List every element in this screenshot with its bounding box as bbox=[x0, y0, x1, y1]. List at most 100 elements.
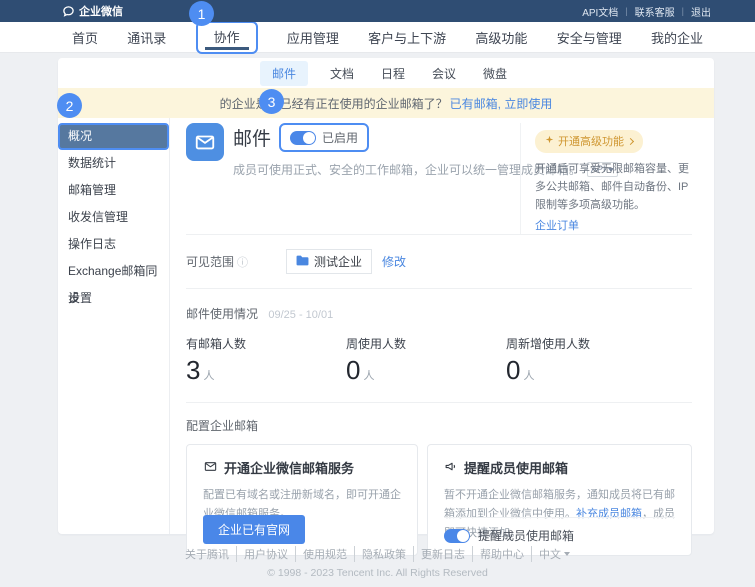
megaphone-icon bbox=[444, 460, 458, 476]
main-nav: 首页 通讯录 协作 应用管理 客户与上下游 高级功能 安全与管理 我的企业 bbox=[0, 22, 755, 53]
card1-title: 开通企业微信邮箱服务 bbox=[224, 458, 354, 477]
card2-title: 提醒成员使用邮箱 bbox=[464, 458, 568, 477]
stat-label: 周使用人数 bbox=[346, 335, 506, 352]
stat-value: 0 bbox=[346, 355, 360, 385]
sidebar-item-overview[interactable]: 概况 bbox=[58, 123, 169, 150]
sidebar: 概况 数据统计 邮箱管理 收发信管理 操作日志 Exchange邮箱同步 设置 bbox=[58, 118, 170, 534]
caret-down-icon bbox=[564, 552, 570, 556]
card-activate-mailbox-service: 开通企业微信邮箱服务 配置已有域名或注册新域名，即可开通企业微信邮箱服务。 企业… bbox=[186, 444, 418, 556]
scope-org-chip[interactable]: 测试企业 bbox=[286, 249, 372, 274]
chat-bubble-icon bbox=[62, 5, 75, 18]
mail-enabled-toggle[interactable] bbox=[290, 131, 316, 145]
copyright-text: © 1998 - 2023 Tencent Inc. All Rights Re… bbox=[0, 567, 755, 579]
tab-meeting[interactable]: 会议 bbox=[427, 61, 461, 86]
page-title: 邮件 bbox=[233, 124, 271, 151]
topbar-links: API文档 | 联系客服 | 退出 bbox=[582, 4, 711, 19]
footer-link-help-center[interactable]: 帮助中心 bbox=[472, 546, 531, 562]
tab-schedule[interactable]: 日程 bbox=[376, 61, 410, 86]
logout-link[interactable]: 退出 bbox=[691, 4, 711, 19]
company-has-website-button[interactable]: 企业已有官网 bbox=[203, 515, 305, 544]
sidebar-item-settings[interactable]: 设置 bbox=[58, 285, 169, 312]
nav-item-home[interactable]: 首页 bbox=[72, 28, 98, 47]
info-icon: ⓘ bbox=[237, 254, 248, 270]
scope-edit-link[interactable]: 修改 bbox=[382, 253, 406, 270]
tab-drive[interactable]: 微盘 bbox=[478, 61, 512, 86]
configure-section-title: 配置企业邮箱 bbox=[186, 417, 692, 434]
visible-scope-label: 可见范围 bbox=[186, 253, 234, 270]
stat-unit: 人 bbox=[363, 370, 374, 382]
notice-text: 的企业是否已经有正在使用的企业邮箱了？ bbox=[220, 95, 448, 112]
mail-enabled-label: 已启用 bbox=[322, 129, 358, 146]
footer-link-privacy[interactable]: 隐私政策 bbox=[354, 546, 413, 562]
stat-mailbox-users: 有邮箱人数 3人 bbox=[186, 335, 346, 386]
content-panel: 邮件 文档 日程 会议 微盘 的企业是否已经有正在使用的企业邮箱了？ 已有邮箱,… bbox=[58, 58, 714, 534]
main-nav-items: 首页 通讯录 协作 应用管理 客户与上下游 高级功能 安全与管理 我的企业 bbox=[0, 22, 755, 52]
language-selector[interactable]: 中文 bbox=[531, 546, 577, 562]
page-footer: 关于腾讯 用户协议 使用规范 隐私政策 更新日志 帮助中心 中文 © 1998 … bbox=[0, 546, 755, 579]
app-logo[interactable]: 企业微信 bbox=[62, 3, 123, 19]
mail-app-info: 邮件 已启用 成员可使用正式、安全的工作邮箱，企业可以统一管理成员邮箱。 API bbox=[186, 123, 520, 234]
sidebar-item-operation-log[interactable]: 操作日志 bbox=[58, 231, 169, 258]
usage-period: 09/25 - 10/01 bbox=[268, 309, 333, 321]
language-label: 中文 bbox=[539, 546, 561, 562]
stat-label: 有邮箱人数 bbox=[186, 335, 346, 352]
premium-promo-text: 开通后可享受无限邮箱容量、更多公共邮箱、邮件自动备份、IP限制等多项高级功能。 bbox=[535, 161, 692, 214]
sidebar-item-exchange-sync[interactable]: Exchange邮箱同步 bbox=[58, 258, 169, 285]
folder-icon bbox=[296, 255, 309, 269]
sparkle-icon bbox=[545, 135, 554, 147]
annotation-step-2: 2 bbox=[57, 93, 82, 118]
visible-scope-row: 可见范围 ⓘ 测试企业 修改 bbox=[186, 235, 692, 289]
main-content: 邮件 已启用 成员可使用正式、安全的工作邮箱，企业可以统一管理成员邮箱。 API bbox=[170, 118, 714, 534]
sidebar-item-statistics[interactable]: 数据统计 bbox=[58, 150, 169, 177]
tab-docs[interactable]: 文档 bbox=[325, 61, 359, 86]
separator: | bbox=[625, 6, 627, 16]
stat-weekly-new-users: 周新增使用人数 0人 bbox=[506, 335, 666, 386]
nav-item-contacts[interactable]: 通讯录 bbox=[127, 28, 166, 47]
collaboration-tabs: 邮件 文档 日程 会议 微盘 bbox=[58, 58, 714, 88]
app-logo-label: 企业微信 bbox=[79, 3, 123, 19]
annotation-step-3: 3 bbox=[259, 89, 284, 114]
sidebar-item-send-receive[interactable]: 收发信管理 bbox=[58, 204, 169, 231]
divider bbox=[444, 517, 675, 518]
footer-link-usage-policy[interactable]: 使用规范 bbox=[295, 546, 354, 562]
upgrade-premium-label: 开通高级功能 bbox=[558, 133, 624, 149]
separator: | bbox=[682, 6, 684, 16]
annotation-step-1: 1 bbox=[189, 1, 214, 26]
nav-item-security[interactable]: 安全与管理 bbox=[557, 28, 622, 47]
nav-item-customers[interactable]: 客户与上下游 bbox=[368, 28, 446, 47]
notice-banner: 的企业是否已经有正在使用的企业邮箱了？ 已有邮箱, 立即使用 bbox=[58, 88, 714, 118]
panel-body: 概况 数据统计 邮箱管理 收发信管理 操作日志 Exchange邮箱同步 设置 bbox=[58, 118, 714, 534]
top-bar: 企业微信 API文档 | 联系客服 | 退出 bbox=[0, 0, 755, 22]
usage-stats: 有邮箱人数 3人 周使用人数 0人 周新增使用人数 bbox=[186, 335, 692, 386]
tab-mail[interactable]: 邮件 bbox=[260, 61, 308, 86]
stat-label: 周新增使用人数 bbox=[506, 335, 666, 352]
wecom-admin-screen: 企业微信 API文档 | 联系客服 | 退出 首页 通讯录 协作 应用管理 客户… bbox=[0, 0, 755, 587]
toggle-highlight-box: 已启用 bbox=[279, 123, 369, 152]
stat-value: 0 bbox=[506, 355, 520, 385]
sidebar-item-mailbox-management[interactable]: 邮箱管理 bbox=[58, 177, 169, 204]
enterprise-orders-link[interactable]: 企业订单 bbox=[535, 217, 579, 233]
stat-unit: 人 bbox=[523, 370, 534, 382]
remind-members-toggle[interactable] bbox=[444, 529, 470, 543]
stat-weekly-users: 周使用人数 0人 bbox=[346, 335, 506, 386]
notice-use-now-link[interactable]: 已有邮箱, 立即使用 bbox=[450, 95, 553, 112]
upgrade-premium-button[interactable]: 开通高级功能 bbox=[535, 130, 643, 153]
footer-link-about[interactable]: 关于腾讯 bbox=[178, 546, 236, 562]
envelope-icon bbox=[203, 460, 218, 476]
mail-icon bbox=[186, 123, 224, 161]
nav-item-app-management[interactable]: 应用管理 bbox=[287, 28, 339, 47]
nav-item-advanced-features[interactable]: 高级功能 bbox=[475, 28, 527, 47]
contact-support-link[interactable]: 联系客服 bbox=[635, 4, 675, 19]
api-docs-link[interactable]: API文档 bbox=[582, 4, 618, 19]
chevron-right-icon bbox=[627, 137, 634, 144]
nav-item-my-company[interactable]: 我的企业 bbox=[651, 28, 703, 47]
configure-mailbox-section: 配置企业邮箱 开通企业微信邮箱服务 bbox=[186, 403, 692, 556]
usage-title: 邮件使用情况 bbox=[186, 307, 258, 321]
footer-link-user-agreement[interactable]: 用户协议 bbox=[236, 546, 295, 562]
card-remind-members: 提醒成员使用邮箱 暂不开通企业微信邮箱服务，通知成员将已有邮箱添加到企业微信中使… bbox=[427, 444, 692, 556]
footer-link-changelog[interactable]: 更新日志 bbox=[413, 546, 472, 562]
scope-org-name: 测试企业 bbox=[314, 253, 362, 270]
stat-value: 3 bbox=[186, 355, 200, 385]
premium-promo-panel: 开通高级功能 开通后可享受无限邮箱容量、更多公共邮箱、邮件自动备份、IP限制等多… bbox=[520, 123, 692, 234]
mail-usage-section: 邮件使用情况 09/25 - 10/01 有邮箱人数 3人 周使用人数 bbox=[186, 289, 692, 403]
